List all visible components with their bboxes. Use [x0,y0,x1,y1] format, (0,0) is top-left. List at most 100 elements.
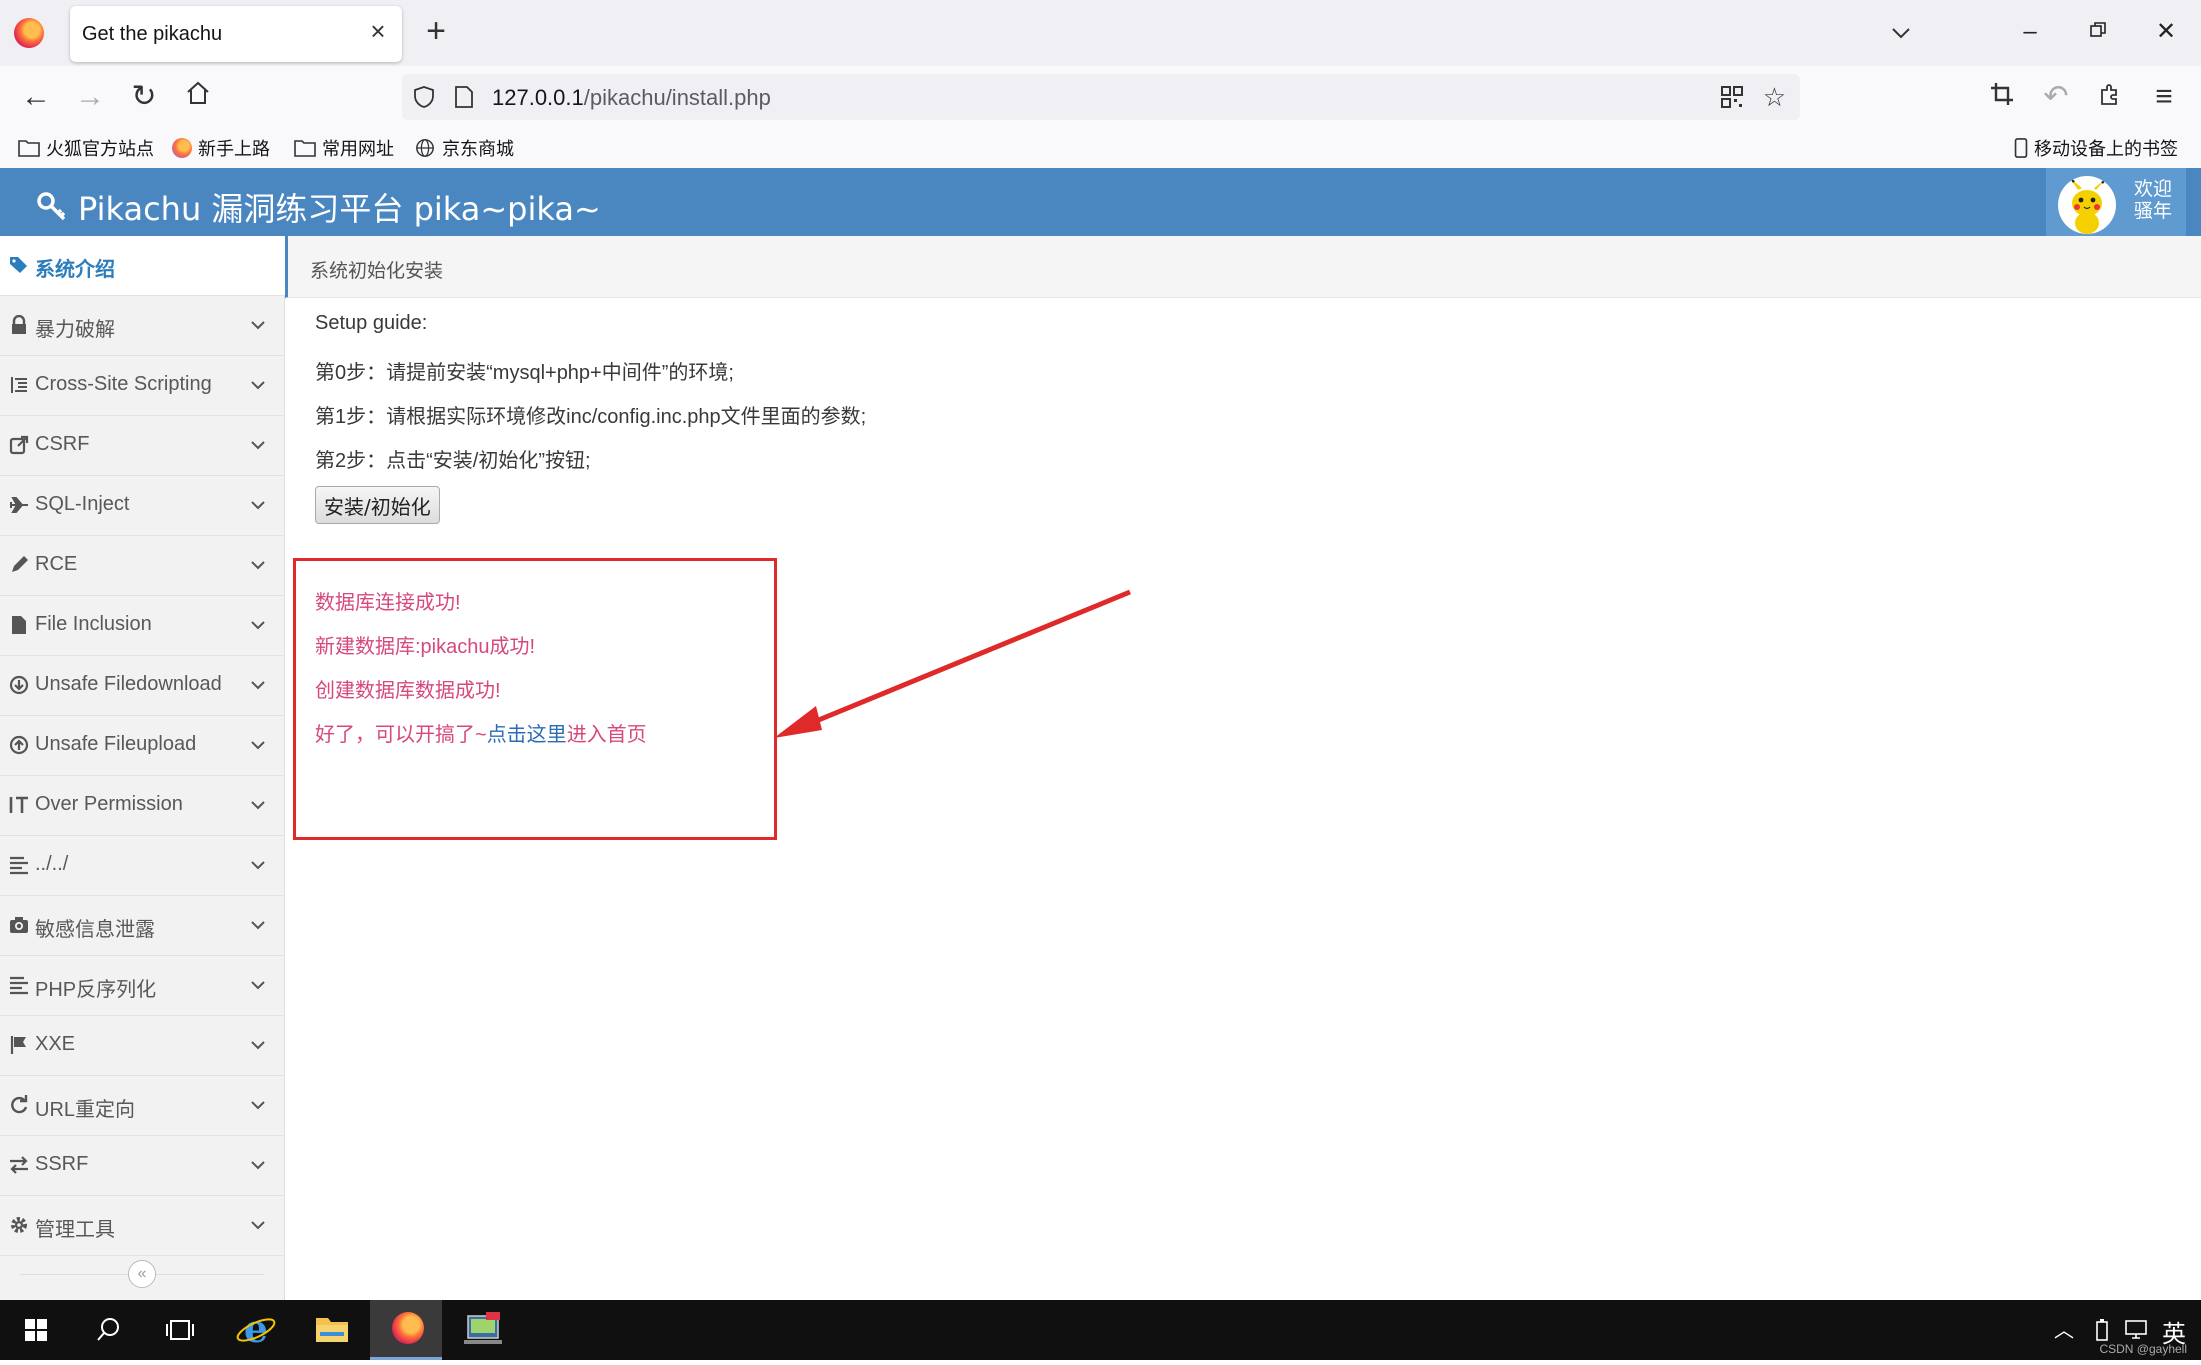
sidebar-item-ssrf[interactable]: SSRF [0,1136,285,1196]
folder-icon [18,140,40,157]
firefox-icon [172,138,192,158]
taskbar-file-explorer[interactable] [296,1300,368,1360]
sidebar-item-brute-force[interactable]: 暴力破解 [0,296,285,356]
crop-icon [1991,83,2013,105]
sidebar-item-info-leak[interactable]: 敏感信息泄露 [0,896,285,956]
sidebar-item-directory-traversal[interactable]: ../../ [0,836,285,896]
url-path: /pikachu/install.php [583,85,771,110]
sidebar-item-label: RCE [35,553,78,575]
sidebar-item-php-deserialization[interactable]: PHP反序列化 [0,956,285,1016]
sidebar-item-xxe[interactable]: XXE [0,1016,285,1076]
sidebar-collapse-button[interactable]: « [128,1260,156,1288]
tab-title: Get the pikachu [82,23,223,45]
share-icon [9,435,29,455]
undo-icon[interactable]: ↶ [2038,79,2074,115]
sidebar-item-label: 系统介绍 [35,259,115,281]
refresh-icon [11,1095,28,1114]
network-icon[interactable] [2124,1318,2150,1342]
setup-step-0: 第0步：请提前安装“mysql+php+中间件”的环境; [315,362,734,384]
chevron-down-icon [251,1101,265,1110]
tab-list-chevron-icon[interactable] [1886,18,1916,48]
close-window-button[interactable]: ✕ [2146,14,2186,50]
page-info-icon[interactable] [454,85,474,109]
windows-logo-icon [25,1319,47,1341]
username: 骚年 [2134,201,2173,222]
tab-close-icon[interactable]: × [366,18,390,44]
exchange-icon [10,1156,28,1174]
install-init-button[interactable]: 安装/初始化 [315,486,440,524]
pikachu-image [2070,178,2106,234]
tray-overflow-icon[interactable]: ︿ [2054,1314,2074,1343]
sidebar-item-xss[interactable]: Cross-Site Scripting [0,356,285,416]
sidebar-item-csrf[interactable]: CSRF [0,416,285,476]
bookmark-item[interactable]: 京东商城 [414,134,514,162]
screenshot-crop-icon[interactable] [1984,79,2020,115]
minimize-window-button[interactable]: – [2010,14,2050,50]
back-button[interactable]: ← [18,79,54,115]
home-button[interactable] [180,79,216,115]
chevron-down-icon [251,1161,265,1170]
breadcrumb-item[interactable]: 系统初始化安装 [310,256,443,283]
chevron-down-icon [251,801,265,810]
sidebar-item-label: Unsafe Fileupload [35,733,197,755]
svg-text:e: e [244,1306,268,1351]
setup-step-2: 第2步：点击“安装/初始化”按钮; [315,450,591,472]
file-icon [12,616,26,634]
sidebar-item-over-permission[interactable]: Over Permission [0,776,285,836]
upload-circle-icon [9,735,29,755]
taskbar-ie[interactable]: e [220,1300,292,1360]
welcome-line: 欢迎 [2134,179,2173,200]
key-icon [37,192,66,221]
search-button[interactable] [72,1300,144,1360]
sidebar-item-label: File Inclusion [35,613,152,635]
sidebar-item-url-redirect[interactable]: URL重定向 [0,1076,285,1136]
bookmark-star-icon[interactable]: ☆ [1763,82,1786,113]
url-bar[interactable]: 127.0.0.1/pikachu/install.php ☆ [402,74,1800,120]
start-button[interactable] [0,1300,72,1360]
sidebar-item-intro[interactable]: 系统介绍 [0,236,285,296]
reload-button[interactable]: ↻ [126,79,162,115]
plane-icon [10,497,28,513]
bookmark-item[interactable]: 火狐官方站点 [18,134,154,162]
camera-icon [10,917,28,933]
chevron-down-icon [251,441,265,450]
bookmark-item[interactable]: 新手上路 [172,134,270,162]
sidebar-item-unsafe-fileupload[interactable]: Unsafe Fileupload [0,716,285,776]
taskbar-firefox[interactable] [370,1300,442,1360]
new-tab-button[interactable]: + [418,14,454,50]
shield-icon[interactable] [412,85,436,109]
sidebar-item-unsafe-filedownload[interactable]: Unsafe Filedownload [0,656,285,716]
globe-icon [416,139,434,157]
browser-tab[interactable]: Get the pikachu × [70,6,402,62]
chevron-down-icon [251,681,265,690]
text-height-icon [9,796,28,813]
setup-guide-title: Setup guide: [315,312,428,334]
user-menu[interactable]: 欢迎 骚年 [2046,168,2186,236]
sidebar-item-admin-tools[interactable]: 管理工具 [0,1196,285,1256]
app-brand[interactable]: Pikachu 漏洞练习平台 pika~pika~ [36,184,601,230]
sidebar-item-rce[interactable]: RCE [0,536,285,596]
sidebar-item-file-inclusion[interactable]: File Inclusion [0,596,285,656]
task-view-button[interactable] [144,1300,216,1360]
pikachu-avatar [2058,176,2116,234]
url-text[interactable]: 127.0.0.1/pikachu/install.php [492,85,771,111]
battery-icon[interactable] [2094,1318,2110,1342]
browser-nav-bar: ← → ↻ 127.0.0.1/pikachu/install.php ☆ ↶ … [0,66,2201,128]
url-host: 127.0.0.1 [492,85,584,110]
annotation-highlight-box [293,558,777,840]
chevron-down-icon [251,921,265,930]
mobile-bookmarks[interactable]: 移动设备上的书签 [2014,134,2178,162]
restore-window-button[interactable] [2078,14,2118,50]
taskbar-server-manager[interactable] [446,1300,518,1360]
forward-button[interactable]: → [72,79,108,115]
bookmark-item[interactable]: 常用网址 [294,134,394,162]
extensions-icon[interactable] [2092,79,2128,115]
qr-code-icon[interactable] [1720,85,1744,109]
firefox-logo-icon[interactable] [14,18,44,48]
sidebar-item-label: 敏感信息泄露 [35,919,155,941]
mobile-device-icon [2014,138,2028,158]
chevron-down-icon [251,321,265,330]
folder-icon [316,1318,348,1342]
menu-hamburger-icon[interactable]: ≡ [2146,79,2182,115]
sidebar-item-sql-inject[interactable]: SQL-Inject [0,476,285,536]
